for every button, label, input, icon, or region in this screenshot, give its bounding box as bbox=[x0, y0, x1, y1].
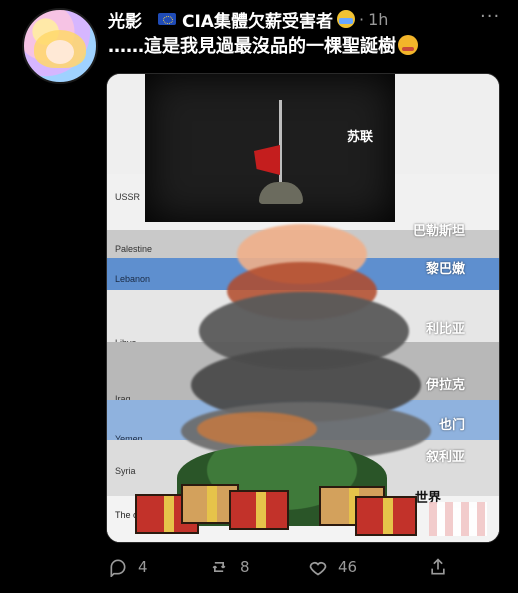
reply-count: 4 bbox=[138, 558, 148, 576]
tweet-text-content: ……這是我見過最沒品的一棵聖誕樹 bbox=[108, 36, 396, 57]
more-options-icon[interactable]: ··· bbox=[480, 6, 500, 27]
label-soviet-union-zh: 苏联 bbox=[346, 130, 373, 145]
label-syria-zh: 叙利亚 bbox=[425, 450, 465, 465]
gift-box-5 bbox=[355, 496, 417, 536]
author-name[interactable]: 光影 bbox=[108, 7, 142, 32]
tweet-time[interactable]: 1h bbox=[368, 10, 388, 29]
tweet-text: ……這是我見過最沒品的一棵聖誕樹 bbox=[108, 32, 418, 58]
dome bbox=[259, 182, 303, 204]
tweet-actions: 4 8 46 bbox=[108, 556, 488, 578]
tweet-media-image[interactable]: USSR Palestine 巴勒斯坦 Lebanon 黎巴嫩 Libya 利比… bbox=[106, 73, 500, 543]
heart-icon bbox=[308, 557, 328, 577]
retweet-icon bbox=[208, 557, 230, 577]
reply-icon bbox=[108, 557, 128, 577]
reply-button[interactable]: 4 bbox=[108, 557, 208, 577]
gift-box-3 bbox=[229, 490, 289, 530]
gift-ribbon bbox=[164, 496, 174, 532]
label-yemen-zh: 也门 bbox=[438, 418, 465, 433]
label-libya-zh: 利比亚 bbox=[425, 322, 465, 337]
avatar[interactable] bbox=[22, 8, 98, 84]
red-flag bbox=[254, 145, 280, 175]
label-ussr: USSR bbox=[115, 192, 141, 202]
gift-ribbon bbox=[256, 492, 267, 528]
label-lebanon-zh: 黎巴嫩 bbox=[425, 262, 465, 277]
kremlin-photo: 苏联 bbox=[145, 74, 395, 222]
explosion-fire-accent bbox=[197, 412, 317, 446]
separator-dot: · bbox=[358, 9, 365, 29]
eu-flag-icon bbox=[158, 13, 176, 25]
share-icon bbox=[428, 557, 448, 577]
like-button[interactable]: 46 bbox=[308, 557, 408, 577]
face-mask-emoji-icon bbox=[336, 10, 355, 28]
label-palestine-zh: 巴勒斯坦 bbox=[412, 224, 465, 239]
gift-ribbon bbox=[207, 486, 218, 522]
label-palestine-en: Palestine bbox=[115, 244, 153, 254]
like-count: 46 bbox=[338, 558, 358, 576]
avatar-face bbox=[46, 40, 74, 64]
sneezing-face-emoji-icon bbox=[398, 35, 418, 55]
label-syria-en: Syria bbox=[115, 466, 136, 476]
tweet-header: 光影 CIA集體欠薪受害者 · 1h bbox=[108, 7, 388, 32]
label-lebanon-en: Lebanon bbox=[115, 274, 151, 284]
retweet-count: 8 bbox=[240, 558, 250, 576]
retweet-button[interactable]: 8 bbox=[208, 557, 308, 577]
pixelated-watermark bbox=[429, 502, 487, 536]
author-handle[interactable]: CIA集體欠薪受害者 bbox=[182, 7, 333, 32]
label-iraq-zh: 伊拉克 bbox=[425, 378, 465, 393]
gift-ribbon bbox=[383, 498, 394, 534]
share-button[interactable] bbox=[408, 557, 448, 577]
